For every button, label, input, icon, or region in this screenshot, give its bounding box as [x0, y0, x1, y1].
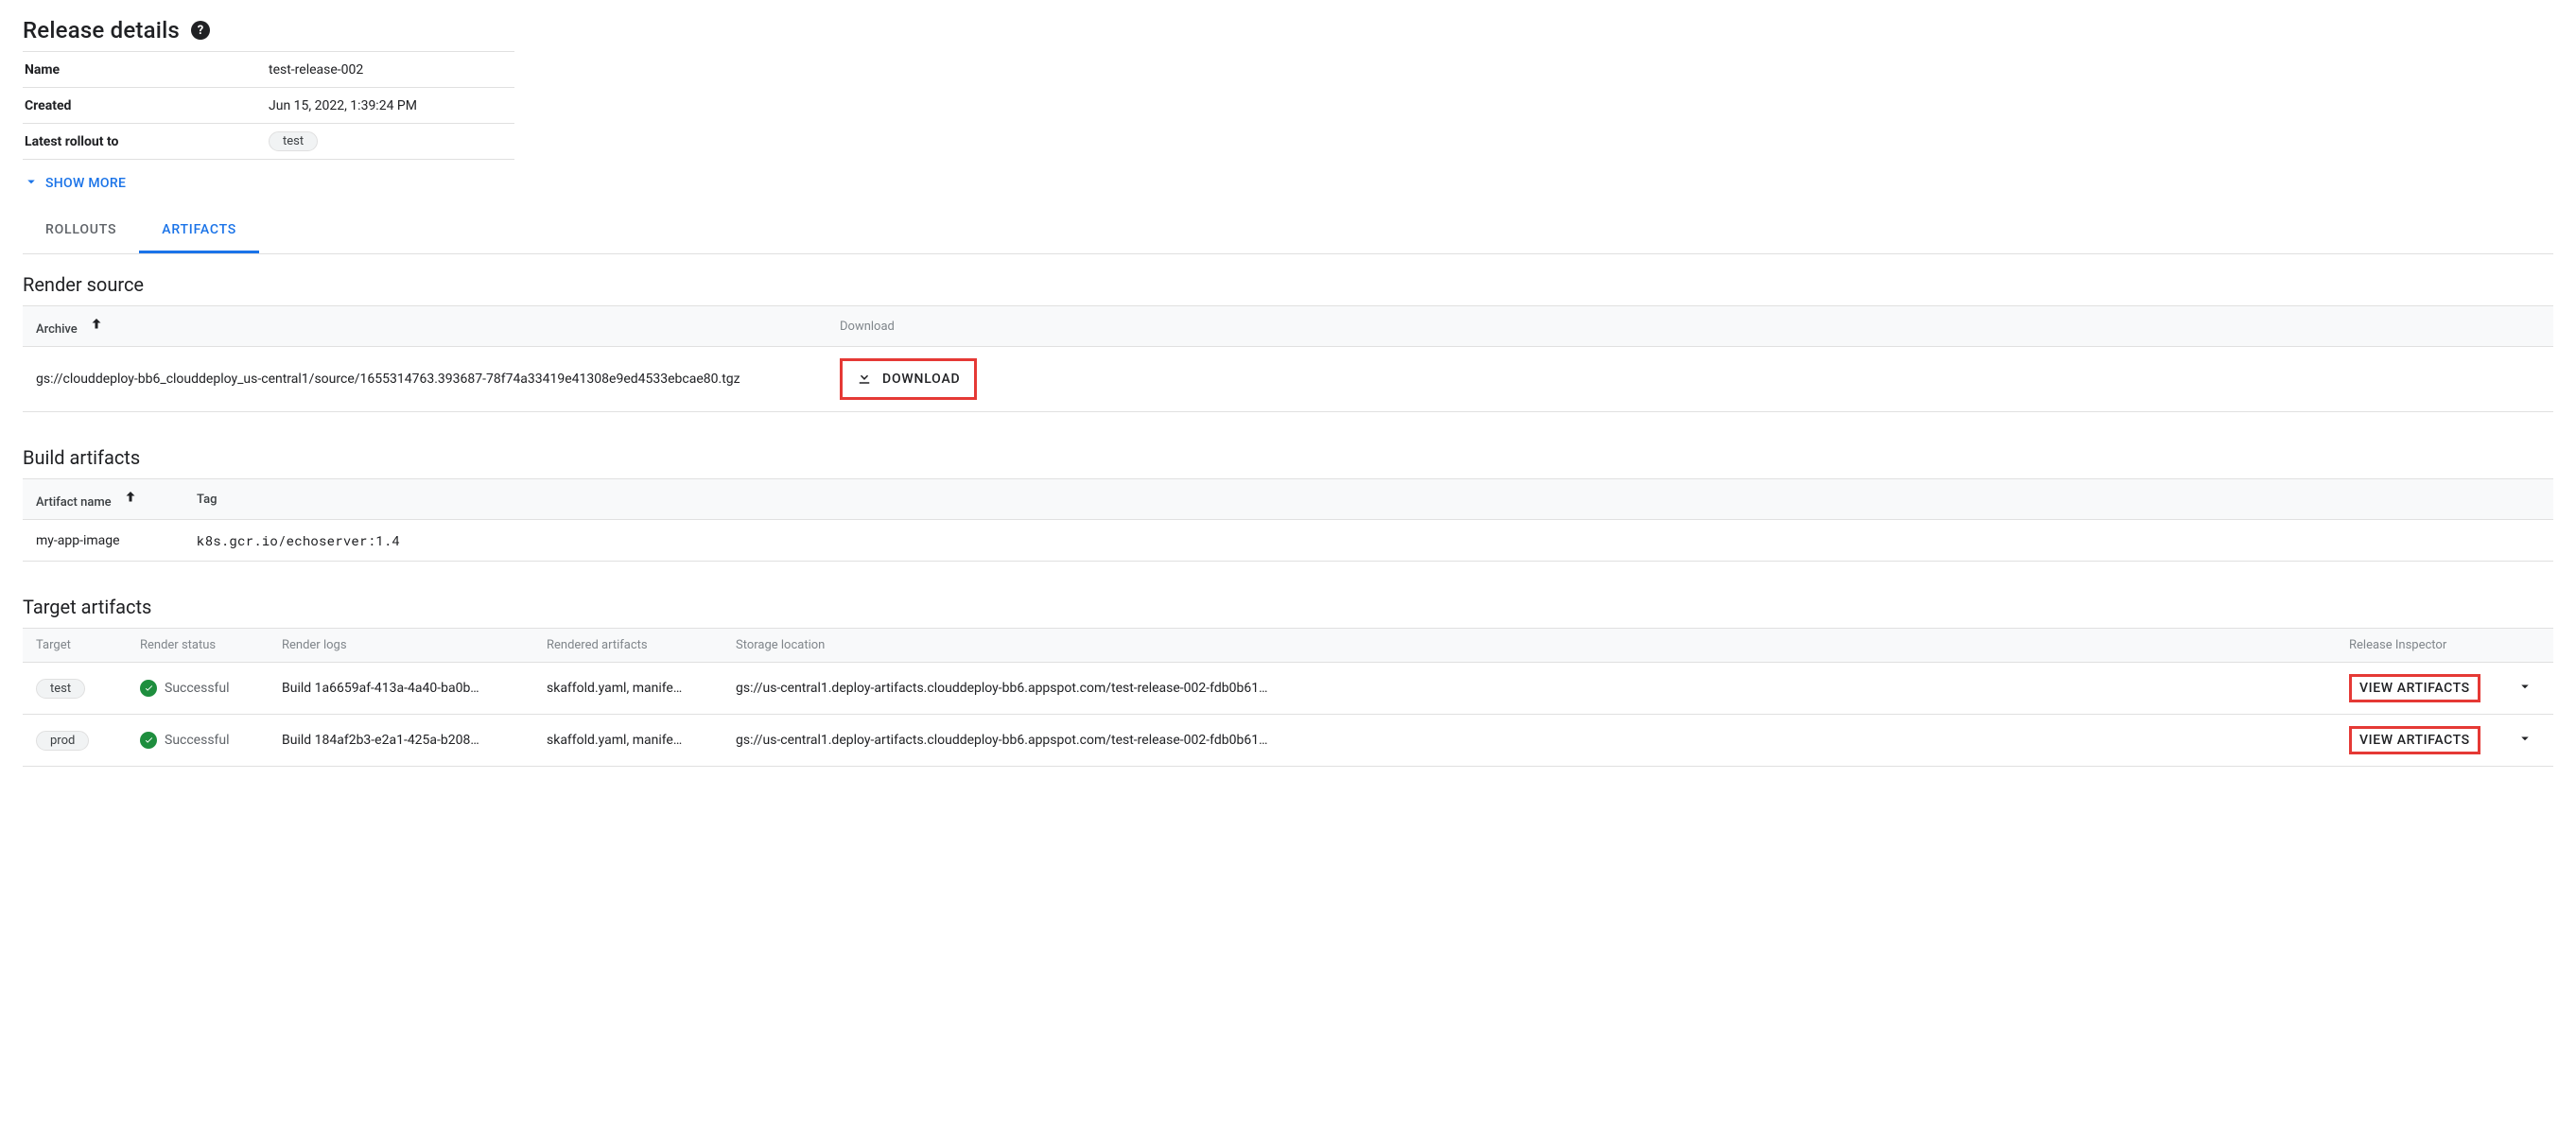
arrow-up-icon: [88, 316, 105, 333]
expand-cell: [2497, 715, 2553, 767]
download-highlight: DOWNLOAD: [840, 358, 977, 400]
show-more-button[interactable]: SHOW MORE: [23, 173, 126, 194]
col-artifact-name-label: Artifact name: [36, 495, 112, 510]
target-artifact-row: test Successful Build 1a6659af-413a-4a40…: [23, 663, 2553, 715]
target-chip[interactable]: test: [36, 679, 85, 699]
rendered-artifacts: skaffold.yaml, manife…: [533, 715, 722, 767]
chevron-down-icon: [2516, 678, 2533, 699]
col-download-label: Download: [840, 320, 895, 334]
release-details-table: Name test-release-002 Created Jun 15, 20…: [23, 51, 514, 160]
expand-row-button[interactable]: [2510, 678, 2540, 699]
rollout-target-chip[interactable]: test: [269, 131, 318, 151]
rendered-artifacts: skaffold.yaml, manife…: [533, 663, 722, 715]
details-row-name: Name test-release-002: [23, 52, 514, 88]
col-artifact-name[interactable]: Artifact name: [23, 479, 183, 520]
expand-cell: [2497, 663, 2553, 715]
col-archive-label: Archive: [36, 322, 78, 337]
tab-artifacts[interactable]: ARTIFACTS: [139, 211, 259, 253]
view-artifacts-button[interactable]: VIEW ARTIFACTS: [2359, 681, 2470, 696]
target-artifact-row: prod Successful Build 184af2b3-e2a1-425a…: [23, 715, 2553, 767]
render-status-label: Successful: [165, 733, 230, 748]
page-title-row: Release details ?: [23, 17, 2553, 43]
details-key: Created: [23, 98, 269, 113]
expand-row-button[interactable]: [2510, 730, 2540, 751]
details-value: test-release-002: [269, 62, 514, 78]
storage-location: gs://us-central1.deploy-artifacts.cloudd…: [722, 715, 2336, 767]
details-value: test: [269, 131, 514, 151]
section-title-target-artifacts: Target artifacts: [23, 596, 2553, 618]
details-key: Latest rollout to: [23, 134, 269, 149]
target-cell: prod: [23, 715, 127, 767]
tabs: ROLLOUTS ARTIFACTS: [23, 211, 2553, 254]
col-target[interactable]: Target: [23, 629, 127, 663]
col-archive[interactable]: Archive: [23, 306, 827, 347]
col-download: Download: [827, 306, 2553, 347]
target-chip[interactable]: prod: [36, 731, 89, 751]
show-more-label: SHOW MORE: [45, 176, 126, 191]
view-artifacts-button[interactable]: VIEW ARTIFACTS: [2359, 733, 2470, 748]
col-render-logs[interactable]: Render logs: [269, 629, 533, 663]
col-storage-location[interactable]: Storage location: [722, 629, 2336, 663]
help-icon[interactable]: ?: [191, 21, 210, 40]
col-release-inspector: Release Inspector: [2336, 629, 2497, 663]
render-status-cell: Successful: [127, 663, 269, 715]
chevron-down-icon: [23, 173, 40, 194]
col-tag-label: Tag: [197, 493, 217, 507]
release-inspector-cell: VIEW ARTIFACTS: [2336, 663, 2497, 715]
download-label: DOWNLOAD: [882, 372, 961, 387]
render-status-cell: Successful: [127, 715, 269, 767]
tab-rollouts[interactable]: ROLLOUTS: [23, 211, 139, 253]
view-artifacts-highlight: VIEW ARTIFACTS: [2349, 674, 2480, 702]
download-icon: [856, 369, 873, 389]
download-button[interactable]: DOWNLOAD: [852, 363, 965, 395]
col-render-status[interactable]: Render status: [127, 629, 269, 663]
details-value: Jun 15, 2022, 1:39:24 PM: [269, 98, 514, 113]
details-key: Name: [23, 62, 269, 78]
chevron-down-icon: [2516, 730, 2533, 751]
artifact-name: my-app-image: [23, 520, 183, 562]
render-status-label: Successful: [165, 681, 230, 696]
target-cell: test: [23, 663, 127, 715]
details-row-latest-rollout: Latest rollout to test: [23, 124, 514, 160]
success-icon: [140, 680, 157, 697]
col-expand: [2497, 629, 2553, 663]
success-icon: [140, 732, 157, 749]
col-tag[interactable]: Tag: [183, 479, 2553, 520]
arrow-up-icon: [122, 489, 139, 506]
col-rendered-artifacts[interactable]: Rendered artifacts: [533, 629, 722, 663]
section-title-render-source: Render source: [23, 273, 2553, 296]
render-logs[interactable]: Build 184af2b3-e2a1-425a-b208…: [269, 715, 533, 767]
archive-path: gs://clouddeploy-bb6_clouddeploy_us-cent…: [23, 347, 827, 412]
details-row-created: Created Jun 15, 2022, 1:39:24 PM: [23, 88, 514, 124]
release-inspector-cell: VIEW ARTIFACTS: [2336, 715, 2497, 767]
section-title-build-artifacts: Build artifacts: [23, 446, 2553, 469]
target-artifacts-table: Target Render status Render logs Rendere…: [23, 628, 2553, 767]
build-artifact-row: my-app-image k8s.gcr.io/echoserver:1.4: [23, 520, 2553, 562]
download-cell: DOWNLOAD: [827, 347, 2553, 412]
render-source-row: gs://clouddeploy-bb6_clouddeploy_us-cent…: [23, 347, 2553, 412]
view-artifacts-highlight: VIEW ARTIFACTS: [2349, 726, 2480, 754]
artifact-tag: k8s.gcr.io/echoserver:1.4: [183, 520, 2553, 562]
render-source-table: Archive Download gs://clouddeploy-bb6_cl…: [23, 305, 2553, 412]
page-title: Release details: [23, 17, 180, 43]
build-artifacts-table: Artifact name Tag my-app-image k8s.gcr.i…: [23, 478, 2553, 562]
storage-location: gs://us-central1.deploy-artifacts.cloudd…: [722, 663, 2336, 715]
render-logs[interactable]: Build 1a6659af-413a-4a40-ba0b…: [269, 663, 533, 715]
